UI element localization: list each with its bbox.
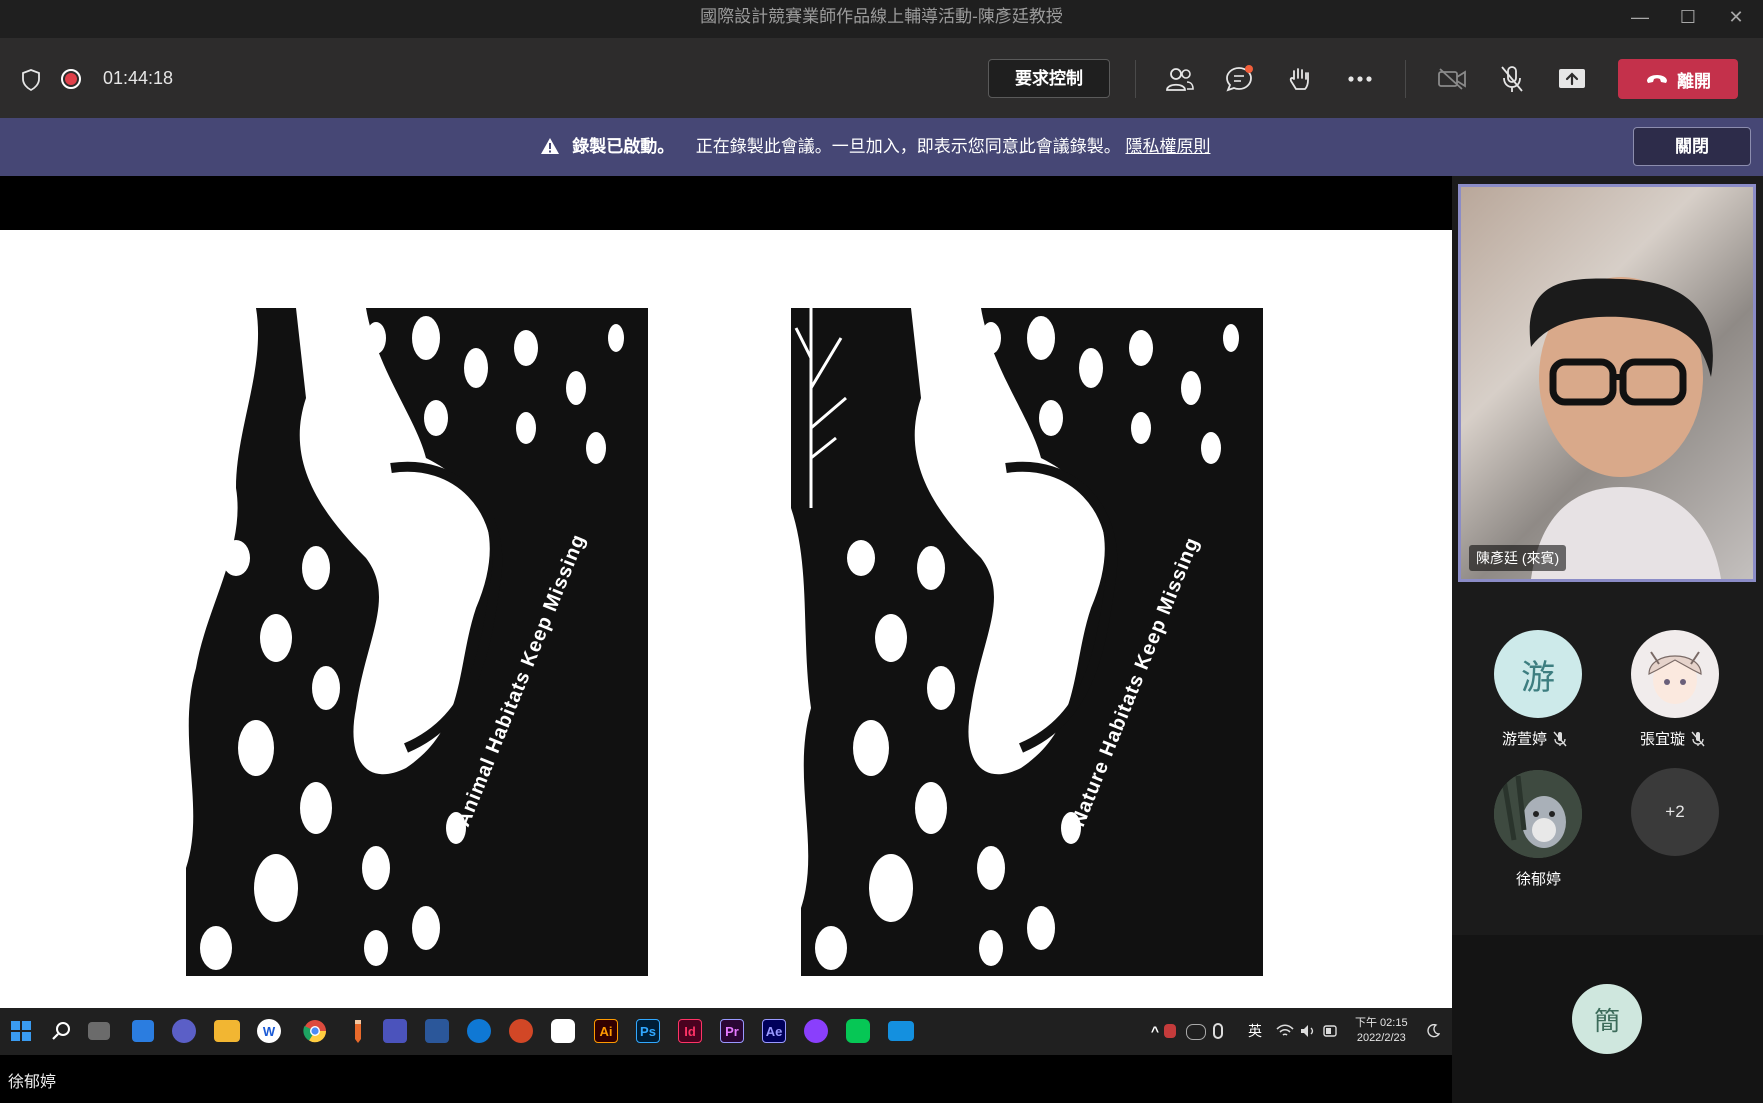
recording-message: 正在錄製此會議。一旦加入，即表示您同意此會議錄製。 (695, 137, 1121, 156)
title-bar: 國際設計競賽業師作品線上輔導活動-陳彥廷教授 — ☐ ✕ (0, 0, 1763, 38)
powerpoint-icon[interactable] (509, 1019, 533, 1043)
battery-icon[interactable] (1316, 1016, 1346, 1046)
ime-indicator[interactable]: 英 (1240, 1016, 1270, 1046)
photoshop-icon[interactable]: Ps (636, 1019, 660, 1043)
shared-screen: Animal Habitats Keep Missing Nature Habi… (0, 176, 1452, 1008)
toolbar-divider (1405, 60, 1406, 98)
camera-off-icon[interactable] (1434, 61, 1470, 97)
pencil-icon[interactable] (343, 1016, 373, 1046)
request-control-button[interactable]: 要求控制 (988, 59, 1110, 98)
search-icon[interactable] (46, 1016, 76, 1046)
slide: Animal Habitats Keep Missing Nature Habi… (0, 230, 1452, 1008)
cloud-off-icon[interactable] (1186, 1024, 1206, 1040)
meeting-timer: 01:44:18 (103, 68, 174, 88)
more-participants-button[interactable]: +2 (1631, 768, 1719, 856)
phone-hangup-icon (1647, 75, 1667, 83)
teams-chat-icon[interactable] (172, 1019, 196, 1043)
raise-hand-icon[interactable] (1282, 61, 1318, 97)
poster-left: Animal Habitats Keep Missing (176, 308, 648, 976)
presenter-video[interactable]: 陳彥廷 (來賓) (1458, 184, 1756, 582)
leave-button[interactable]: 離開 (1618, 59, 1738, 99)
avatar-participant-1[interactable]: 游 (1494, 630, 1582, 718)
cartoon-avatar-icon (1494, 770, 1582, 858)
poster-right: Nature Habitats Keep Missing (791, 308, 1263, 976)
microphone-icon[interactable] (1213, 1023, 1223, 1039)
recording-status: 錄製已啟動。 (572, 137, 675, 156)
mic-off-icon[interactable] (1494, 61, 1530, 97)
mic-muted-icon (1553, 731, 1567, 746)
file-explorer-icon[interactable] (214, 1020, 240, 1042)
self-avatar[interactable]: 簡 (1572, 984, 1642, 1054)
recording-banner: 錄製已啟動。 正在錄製此會議。一旦加入，即表示您同意此會議錄製。 隱私權原則 (0, 118, 1763, 176)
indesign-icon[interactable]: Id (678, 1019, 702, 1043)
shield-icon[interactable] (13, 62, 49, 98)
participant-2-name: 張宜璇 (1640, 731, 1686, 748)
participant-2: 張宜璇 (1640, 728, 1705, 749)
chrome-icon[interactable] (300, 1016, 330, 1046)
after-effects-icon[interactable]: Ae (762, 1019, 786, 1043)
edge-icon[interactable] (467, 1019, 491, 1043)
avatar-participant-3[interactable] (1494, 770, 1582, 858)
illustrator-icon[interactable]: Ai (594, 1019, 618, 1043)
premiere-icon[interactable]: Pr (720, 1019, 744, 1043)
close-window-button[interactable]: ✕ (1713, 0, 1759, 34)
more-options-icon[interactable] (1342, 61, 1378, 97)
participant-1: 游萱婷 (1502, 728, 1567, 749)
teams-icon[interactable] (383, 1019, 407, 1043)
toolbar-divider (1135, 60, 1136, 98)
mic-muted-icon (1691, 731, 1705, 746)
privacy-policy-link[interactable]: 隱私權原則 (1125, 137, 1210, 156)
presenter-silhouette (1529, 277, 1721, 579)
anime-avatar-icon (1648, 651, 1702, 704)
tray-app-icon[interactable] (1164, 1024, 1176, 1038)
people-icon[interactable] (1162, 61, 1198, 97)
chat-icon[interactable] (1222, 61, 1258, 97)
maximize-button[interactable]: ☐ (1665, 0, 1711, 34)
task-view-icon[interactable] (88, 1022, 110, 1040)
share-screen-icon[interactable] (1554, 61, 1590, 97)
line-app-icon[interactable] (551, 1019, 575, 1043)
window-title: 國際設計競賽業師作品線上輔導活動-陳彥廷教授 (700, 7, 1063, 26)
widgets-icon[interactable] (132, 1020, 154, 1042)
participant-1-name: 游萱婷 (1502, 731, 1548, 748)
participant-3: 徐郁婷 (1516, 868, 1561, 889)
windows-taskbar: W Ai Ps Id Pr Ae ^ 英 下午 02:15 2022/2/23 (0, 1008, 1452, 1055)
avatar-participant-2[interactable] (1631, 630, 1719, 718)
app-w-icon[interactable]: W (257, 1019, 281, 1043)
recording-icon (61, 69, 81, 89)
mail-icon[interactable] (888, 1021, 914, 1041)
windows-start-icon[interactable] (6, 1016, 36, 1046)
screen-sharer-label: 徐郁婷 (0, 1055, 1452, 1103)
leave-label: 離開 (1677, 71, 1711, 91)
messenger-icon[interactable] (804, 1019, 828, 1043)
presenter-name: 陳彥廷 (來賓) (1469, 545, 1567, 571)
tray-clock[interactable]: 下午 02:15 2022/2/23 (1355, 1016, 1408, 1046)
dismiss-banner-button[interactable]: 關閉 (1633, 127, 1751, 166)
word-icon[interactable] (425, 1019, 449, 1043)
minimize-button[interactable]: — (1617, 0, 1663, 34)
tray-date: 2022/2/23 (1356, 1032, 1406, 1044)
line-icon[interactable] (846, 1019, 870, 1043)
screen-sharer-name: 徐郁婷 (8, 1074, 57, 1091)
participant-3-name: 徐郁婷 (1516, 871, 1562, 888)
tray-time: 下午 02:15 (1355, 1017, 1408, 1029)
moon-icon[interactable] (1418, 1016, 1448, 1046)
warning-icon (540, 138, 559, 154)
